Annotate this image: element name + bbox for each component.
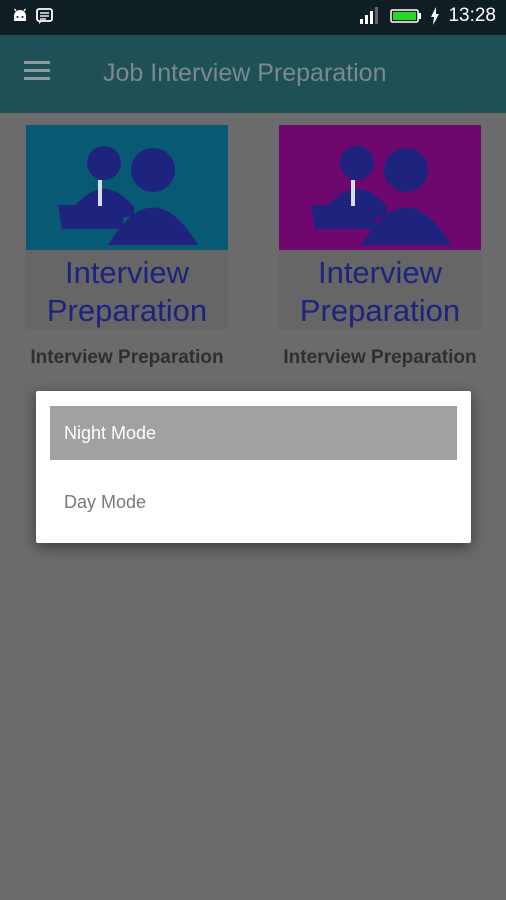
card-interview-preparation-2[interactable]: Interview Preparation: [279, 125, 481, 330]
charging-icon: [431, 7, 440, 25]
signal-icon: [360, 7, 379, 24]
interview-people-icon: [311, 146, 451, 245]
card-big-text: Interview Preparation: [46, 255, 208, 328]
status-time: 13:28: [448, 5, 496, 26]
card-big-text: Interview Preparation: [299, 255, 461, 328]
card-interview-preparation-1[interactable]: Interview Preparation: [26, 125, 228, 330]
battery-icon: [390, 9, 422, 23]
status-left-icons: [12, 8, 53, 25]
card-image: [279, 125, 481, 250]
status-right-icons: 13:28: [358, 5, 496, 27]
mode-dialog: Night Mode Day Mode: [36, 391, 471, 543]
night-mode-option[interactable]: Night Mode: [50, 406, 457, 460]
app-title: Job Interview Preparation: [103, 59, 387, 87]
message-icon: [36, 8, 53, 24]
android-icon: [13, 8, 27, 21]
interview-people-icon: [58, 146, 198, 245]
hamburger-menu-icon[interactable]: [24, 61, 56, 87]
app-bar: Job Interview Preparation: [0, 35, 506, 113]
status-bar: 13:28: [0, 0, 506, 35]
card-image: [26, 125, 228, 250]
card-caption: Interview Preparation: [283, 347, 477, 368]
day-mode-option[interactable]: Day Mode: [50, 475, 457, 529]
card-caption: Interview Preparation: [30, 347, 224, 368]
